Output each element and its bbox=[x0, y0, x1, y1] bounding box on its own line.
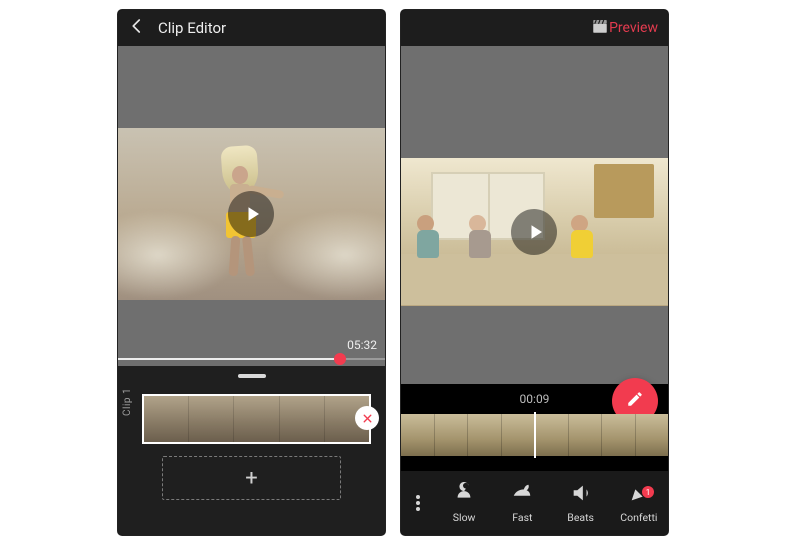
notification-badge: 1 bbox=[642, 486, 654, 498]
rabbit-icon bbox=[511, 482, 533, 507]
effects-toolbar: Slow Fast Beats 1 Confetti bbox=[401, 471, 668, 535]
speaker-icon bbox=[570, 482, 592, 507]
back-icon[interactable] bbox=[128, 17, 146, 39]
clip-editor-screen: Clip Editor 05:32 bbox=[118, 10, 385, 535]
video-frame[interactable] bbox=[118, 128, 385, 300]
playhead-icon[interactable] bbox=[534, 412, 536, 458]
video-preview-area: 05:32 bbox=[118, 46, 385, 366]
scrubber-track[interactable] bbox=[118, 358, 385, 360]
effect-slow[interactable]: Slow bbox=[435, 482, 493, 524]
scrubber-knob[interactable] bbox=[334, 353, 346, 365]
remove-clip-button[interactable] bbox=[355, 406, 379, 430]
more-button[interactable] bbox=[401, 495, 435, 511]
pencil-icon bbox=[626, 390, 644, 412]
drag-handle-icon[interactable] bbox=[238, 374, 266, 378]
preview-screen: Preview 00:09 bbox=[401, 10, 668, 535]
effect-label: Beats bbox=[567, 511, 594, 524]
preview-link[interactable]: Preview bbox=[609, 20, 658, 36]
effect-label: Slow bbox=[453, 511, 476, 524]
video-frame[interactable] bbox=[401, 158, 668, 306]
play-button[interactable] bbox=[228, 191, 274, 237]
clapperboard-icon[interactable] bbox=[591, 17, 609, 39]
snail-icon bbox=[453, 482, 475, 507]
screen-title: Clip Editor bbox=[158, 19, 226, 37]
effect-confetti[interactable]: 1 Confetti bbox=[610, 482, 668, 524]
clip-thumbnail-strip[interactable] bbox=[142, 394, 371, 444]
effect-label: Fast bbox=[512, 511, 532, 524]
video-preview-area bbox=[401, 46, 668, 384]
effect-beats[interactable]: Beats bbox=[552, 482, 610, 524]
clip-tray: Clip 1 + bbox=[118, 366, 385, 535]
clip-index-label: Clip 1 bbox=[122, 388, 133, 416]
timecode-label: 05:32 bbox=[347, 338, 377, 352]
effect-label: Confetti bbox=[620, 511, 657, 524]
header-bar: Clip Editor bbox=[118, 10, 385, 46]
add-clip-button[interactable]: + bbox=[162, 456, 341, 500]
play-button[interactable] bbox=[511, 209, 557, 255]
plus-icon: + bbox=[245, 466, 257, 491]
header-bar: Preview bbox=[401, 10, 668, 46]
effect-fast[interactable]: Fast bbox=[493, 482, 551, 524]
